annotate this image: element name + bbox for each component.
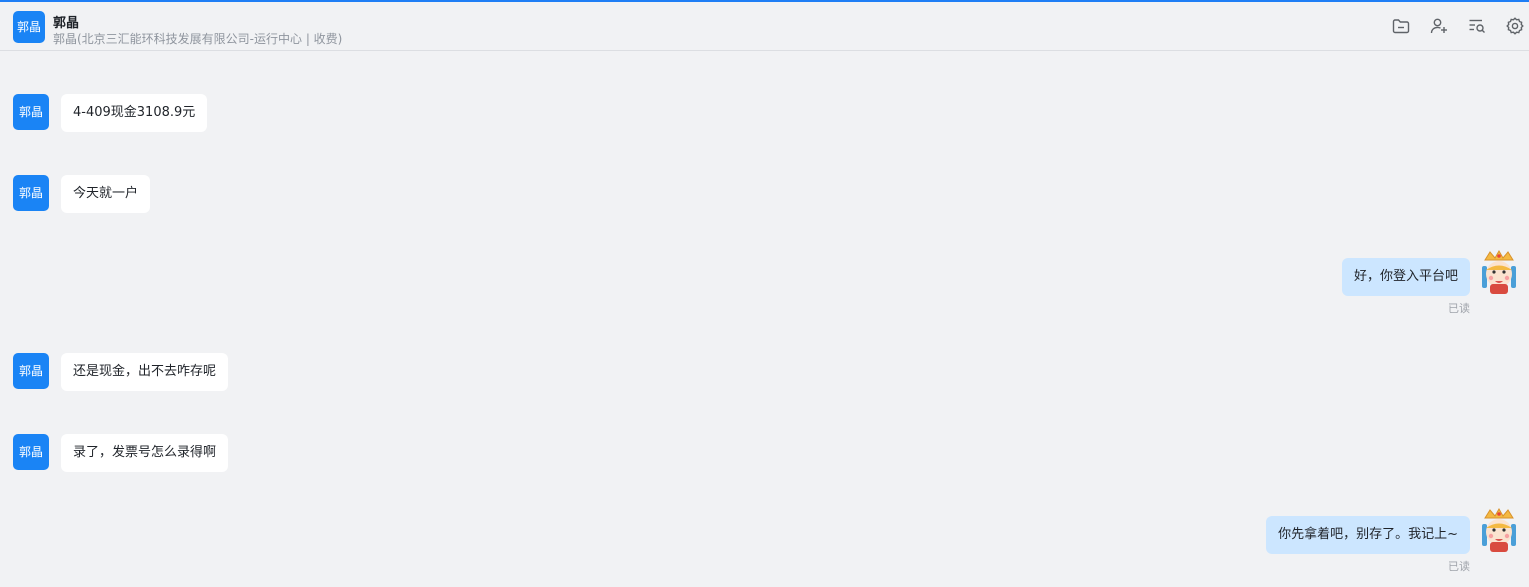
- sender-avatar[interactable]: 郭晶: [13, 94, 49, 130]
- sender-avatar[interactable]: 郭晶: [13, 353, 49, 389]
- settings-button[interactable]: [1505, 16, 1525, 36]
- gear-icon: [1506, 17, 1524, 35]
- search-history-button[interactable]: [1467, 16, 1487, 36]
- contact-organization: 郭晶(北京三汇能环科技发展有限公司-运行中心 | 收费): [53, 32, 343, 46]
- read-status: 已读: [1448, 302, 1470, 315]
- contact-name[interactable]: 郭晶: [53, 12, 79, 31]
- message-bubble[interactable]: 好，你登入平台吧: [1341, 258, 1470, 296]
- folder-icon: [1392, 19, 1410, 34]
- message-row: 好，你登入平台吧 已读: [929, 250, 1529, 318]
- message-bubble[interactable]: 你先拿着吧，别存了。我记上~: [1266, 516, 1470, 554]
- search-list-icon: [1469, 19, 1485, 33]
- folder-button[interactable]: [1391, 16, 1411, 36]
- user-avatar[interactable]: [1476, 250, 1522, 296]
- message-bubble[interactable]: 还是现金，出不去咋存呢: [61, 353, 229, 391]
- message-row: 郭晶 今天就一户: [13, 175, 413, 215]
- header-toolbar: [1391, 16, 1525, 36]
- sender-avatar[interactable]: 郭晶: [13, 434, 49, 470]
- add-member-button[interactable]: [1429, 16, 1449, 36]
- message-row: 郭晶 还是现金，出不去咋存呢: [13, 353, 413, 393]
- message-bubble[interactable]: 录了，发票号怎么录得啊: [61, 434, 229, 472]
- message-row: 你先拿着吧，别存了。我记上~ 已读: [929, 508, 1529, 576]
- sender-avatar[interactable]: 郭晶: [13, 175, 49, 211]
- user-avatar[interactable]: [1476, 508, 1522, 554]
- chat-header: 郭晶 郭晶 郭晶(北京三汇能环科技发展有限公司-运行中心 | 收费): [0, 2, 1529, 51]
- read-status: 已读: [1448, 560, 1470, 573]
- message-row: 郭晶 录了，发票号怎么录得啊: [13, 434, 413, 474]
- message-bubble[interactable]: 4-409现金3108.9元: [61, 94, 208, 132]
- message-row: 郭晶 4-409现金3108.9元: [13, 94, 413, 134]
- add-user-icon: [1430, 18, 1447, 34]
- contact-avatar[interactable]: 郭晶: [13, 11, 45, 43]
- message-bubble[interactable]: 今天就一户: [61, 175, 151, 213]
